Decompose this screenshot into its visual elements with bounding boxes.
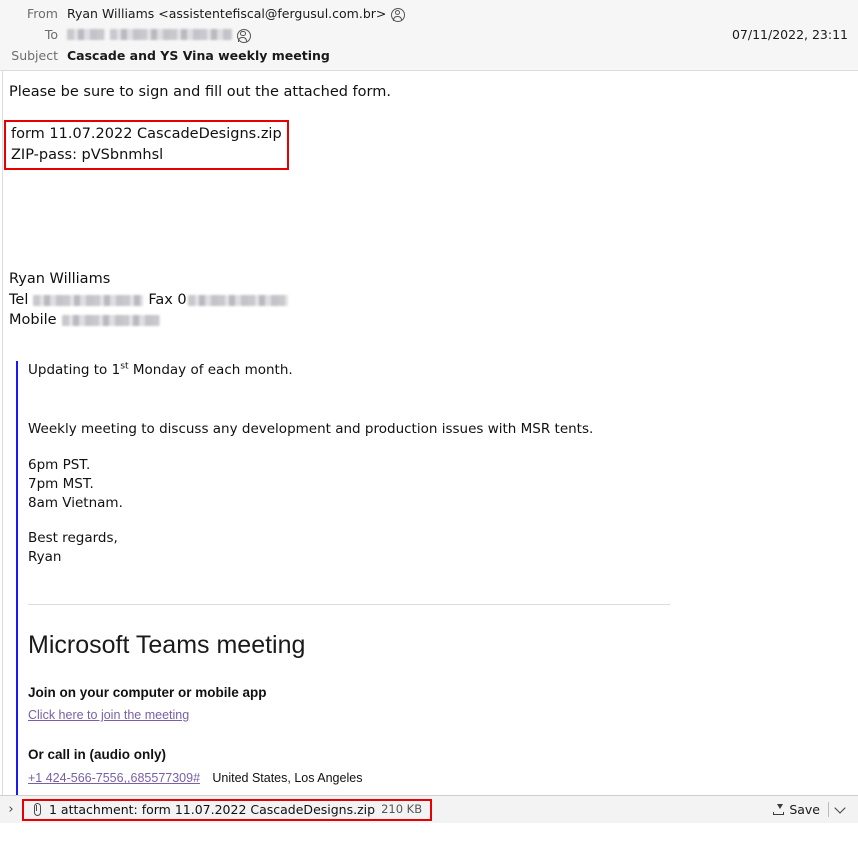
updating-line: Updating to 1st Monday of each month. <box>28 361 848 380</box>
attachment-size-text: 210 KB <box>381 802 423 816</box>
time-mst: 7pm MST. <box>28 475 94 492</box>
from-label: From <box>27 6 58 21</box>
body-left-divider <box>2 71 3 823</box>
email-header: From Ryan Williams <assistentefiscal@fer… <box>0 0 858 71</box>
mobile-label: Mobile <box>9 312 57 329</box>
header-row-from: From Ryan Williams <assistentefiscal@fer… <box>0 3 858 24</box>
attachment-actions: Save <box>766 800 858 819</box>
updating-suffix: Monday of each month. <box>128 362 293 379</box>
updating-prefix: Updating to 1 <box>28 362 121 379</box>
closing-name: Ryan <box>28 549 62 566</box>
join-heading: Join on your computer or mobile app <box>28 685 267 701</box>
subject-label: Subject <box>11 48 58 63</box>
signature-block: Ryan Williams Tel Fax 0 Mobile <box>9 269 848 331</box>
tel-redacted <box>33 294 144 306</box>
email-body: Please be sure to sign and fill out the … <box>0 71 858 823</box>
zip-password-text: ZIP-pass: pVSbnmhsl <box>11 146 164 163</box>
signature-mobile-line: Mobile <box>9 310 848 331</box>
attachment-bar: › 1 attachment: form 11.07.2022 CascadeD… <box>0 795 858 823</box>
download-icon <box>772 803 785 816</box>
ordinal-suffix: st <box>120 360 129 372</box>
contact-icon[interactable] <box>391 7 406 22</box>
to-label: To <box>44 27 58 42</box>
zip-highlight-box: form 11.07.2022 CascadeDesigns.zip ZIP-p… <box>4 120 289 171</box>
expand-chevron-icon[interactable]: › <box>0 802 22 817</box>
contact-icon[interactable] <box>237 28 251 43</box>
to-redacted-segment <box>67 29 105 40</box>
from-address-text: Ryan Williams <assistentefiscal@fergusul… <box>67 6 387 21</box>
tel-label: Tel <box>9 291 29 308</box>
to-redacted-segment <box>110 29 232 40</box>
header-row-subject: Subject Cascade and YS Vina weekly meeti… <box>0 45 858 66</box>
join-meeting-link[interactable]: Click here to join the meeting <box>28 708 189 722</box>
email-datetime: 07/11/2022, 23:11 <box>731 27 848 42</box>
signature-tel-line: Tel Fax 0 <box>9 290 848 311</box>
action-divider <box>828 802 829 817</box>
header-row-to: To 07/11/2022, 23:11 <box>0 24 858 45</box>
weekly-meeting-line: Weekly meeting to discuss any developmen… <box>28 420 594 437</box>
signature-name: Ryan Williams <box>9 271 111 288</box>
to-value[interactable] <box>67 28 251 43</box>
teams-meeting-title: Microsoft Teams meeting <box>28 631 306 660</box>
save-button[interactable]: Save <box>766 800 826 819</box>
fax-redacted <box>187 294 288 306</box>
from-value[interactable]: Ryan Williams <assistentefiscal@fergusul… <box>67 6 406 22</box>
body-content: Please be sure to sign and fill out the … <box>0 71 858 823</box>
save-dropdown-button[interactable] <box>831 801 851 816</box>
callin-phone-link[interactable]: +1 424-566-7556,,685577309# <box>28 771 200 785</box>
time-pst: 6pm PST. <box>28 456 91 473</box>
callin-heading: Or call in (audio only) <box>28 747 167 763</box>
closing-regards: Best regards, <box>28 530 118 547</box>
zip-filename-text: form 11.07.2022 CascadeDesigns.zip <box>11 126 282 143</box>
save-button-label: Save <box>789 802 820 817</box>
paperclip-icon <box>30 802 43 816</box>
intro-paragraph: Please be sure to sign and fill out the … <box>9 84 391 100</box>
callin-row: +1 424-566-7556,,685577309# United State… <box>28 769 848 788</box>
time-vietnam: 8am Vietnam. <box>28 494 123 511</box>
attachment-summary-text: 1 attachment: form 11.07.2022 CascadeDes… <box>49 801 376 817</box>
quoted-message: Updating to 1st Monday of each month. We… <box>16 361 848 823</box>
subject-value: Cascade and YS Vina weekly meeting <box>67 48 330 63</box>
callin-location: United States, Los Angeles <box>212 771 363 786</box>
fax-label: Fax 0 <box>148 291 187 308</box>
chevron-down-icon <box>834 801 846 814</box>
mobile-redacted <box>61 315 160 327</box>
attachment-summary-item[interactable]: 1 attachment: form 11.07.2022 CascadeDes… <box>22 798 433 821</box>
